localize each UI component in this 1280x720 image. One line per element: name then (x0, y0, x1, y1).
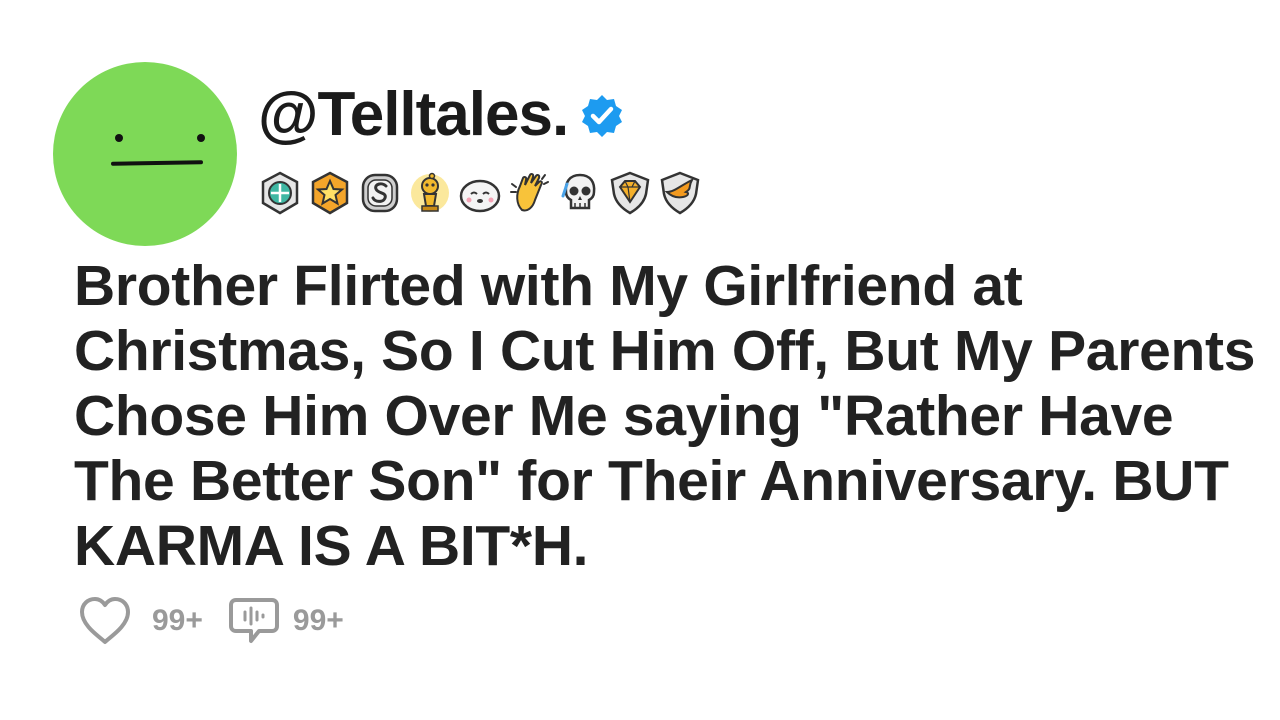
s-badge-icon (361, 173, 399, 213)
avatar-mouth (110, 160, 204, 166)
username-row: @Telltales. (258, 84, 624, 146)
engagement-bar: 99+ 99+ (78, 596, 370, 646)
avatar-left-eye (115, 134, 123, 142)
heart-icon[interactable] (78, 596, 132, 646)
badge-row (258, 170, 702, 216)
avatar[interactable] (53, 62, 237, 246)
verified-badge-icon (582, 95, 623, 137)
post-title: Brother Flirted with My Girlfriend at Ch… (74, 254, 1256, 578)
comment-icon[interactable] (228, 596, 279, 646)
wing-shield-badge-icon (660, 171, 700, 215)
trophy-mascot-badge-icon (411, 172, 449, 212)
sleeping-face-badge-icon (459, 179, 501, 213)
skull-badge-icon (561, 173, 596, 210)
comment-count: 99+ (292, 604, 344, 637)
avatar-right-eye (197, 134, 205, 142)
clap-hands-badge-icon (510, 172, 549, 212)
compass-badge-icon (261, 171, 299, 215)
star-badge-icon (311, 171, 349, 215)
username[interactable]: @Telltales. (258, 84, 569, 146)
like-count: 99+ (152, 604, 203, 637)
diamond-shield-badge-icon (610, 171, 650, 215)
